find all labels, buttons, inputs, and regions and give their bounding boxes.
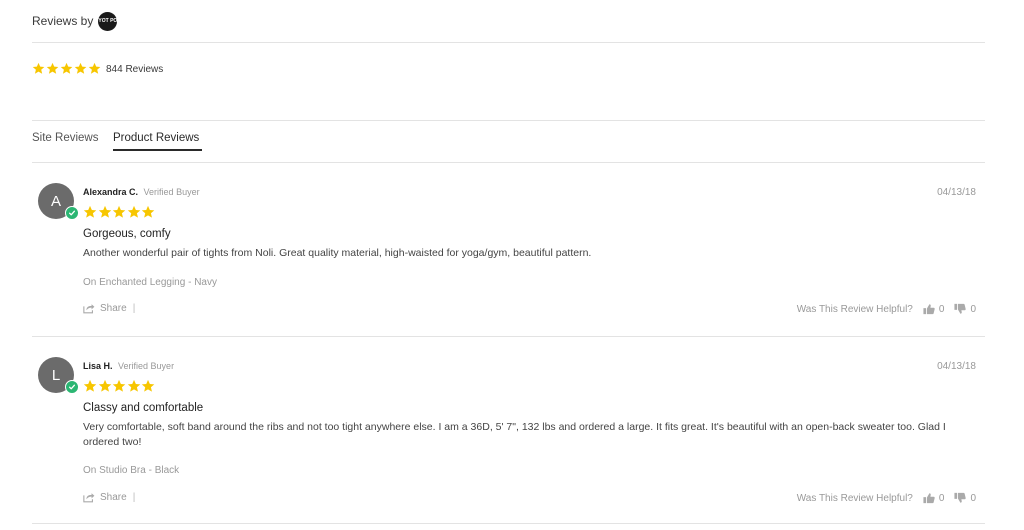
helpful-votes: Was This Review Helpful? 0 0 [797, 303, 976, 315]
reviews-count[interactable]: 844 Reviews [106, 64, 163, 75]
review-stars [83, 205, 156, 219]
helpful-label: Was This Review Helpful? [796, 492, 913, 504]
star-icon [83, 205, 97, 219]
star-icon [46, 62, 59, 75]
verified-check-icon [65, 380, 79, 394]
reviews-widget: Reviews by YOT PO 844 Reviews Site Revie… [32, 0, 985, 524]
star-icon [98, 379, 112, 393]
helpful-label: Was This Review Helpful? [796, 303, 913, 315]
star-icon [127, 379, 141, 393]
reviews-header: Reviews by YOT PO [32, 0, 985, 43]
helpful-votes: Was This Review Helpful? 0 0 [797, 492, 976, 504]
review-title: Gorgeous, comfy [83, 228, 171, 240]
reviews-tabs: Site Reviews Product Reviews [32, 121, 985, 163]
rating-summary: 844 Reviews [32, 43, 985, 121]
verified-buyer-label: Verified Buyer [143, 187, 200, 197]
star-icon [112, 379, 126, 393]
upvote-count: 0 [938, 492, 945, 504]
reviews-by-label: Reviews by [32, 14, 94, 28]
reviewer-line: Alexandra C. Verified Buyer [83, 187, 200, 197]
reviewer-line: Lisa H. Verified Buyer [83, 361, 174, 371]
downvote-count: 0 [970, 303, 976, 315]
verified-check-icon [65, 206, 79, 220]
summary-stars[interactable] [32, 62, 102, 75]
review-stars [83, 379, 156, 393]
star-icon [141, 205, 155, 219]
share-icon [83, 493, 95, 503]
upvote-count: 0 [938, 303, 945, 315]
review-body: Another wonderful pair of tights from No… [83, 247, 592, 259]
reviewer-name: Lisa H. [83, 361, 113, 371]
yotpo-logo-text: YOT PO [98, 17, 118, 24]
star-icon [112, 205, 126, 219]
star-icon [60, 62, 73, 75]
share-label: Share [100, 303, 127, 314]
verified-buyer-label: Verified Buyer [118, 361, 175, 371]
review-product-link[interactable]: On Enchanted Legging - Navy [83, 277, 217, 288]
review-title: Classy and comfortable [83, 402, 204, 414]
review-item: L Lisa H. Verified Buyer 04/13/18 Classy… [32, 337, 985, 524]
star-icon [127, 205, 141, 219]
review-item: A Alexandra C. Verified Buyer 04/13/18 G… [32, 163, 985, 337]
tab-product-reviews[interactable]: Product Reviews [113, 132, 202, 151]
share-button[interactable]: Share | [83, 492, 135, 503]
star-icon [141, 379, 155, 393]
review-body: Very comfortable, soft band around the r… [83, 421, 946, 448]
review-product-link[interactable]: On Studio Bra - Black [83, 465, 179, 476]
thumbs-up-icon[interactable] [923, 492, 935, 504]
share-button[interactable]: Share | [83, 303, 135, 314]
star-icon [83, 379, 97, 393]
star-icon [74, 62, 87, 75]
review-date: 04/13/18 [937, 187, 976, 198]
review-date: 04/13/18 [937, 361, 976, 372]
downvote-count: 0 [970, 492, 976, 504]
star-icon [88, 62, 101, 75]
share-separator: | [132, 492, 136, 503]
thumbs-down-icon[interactable] [954, 303, 967, 315]
yotpo-logo[interactable]: YOT PO [98, 11, 118, 31]
share-separator: | [132, 303, 136, 314]
reviewer-name: Alexandra C. [83, 187, 139, 197]
tab-site-reviews[interactable]: Site Reviews [32, 132, 98, 144]
star-icon [32, 62, 45, 75]
thumbs-down-icon[interactable] [954, 492, 967, 504]
share-label: Share [100, 492, 127, 503]
share-icon [83, 304, 95, 314]
star-icon [98, 205, 112, 219]
thumbs-up-icon[interactable] [923, 303, 935, 315]
